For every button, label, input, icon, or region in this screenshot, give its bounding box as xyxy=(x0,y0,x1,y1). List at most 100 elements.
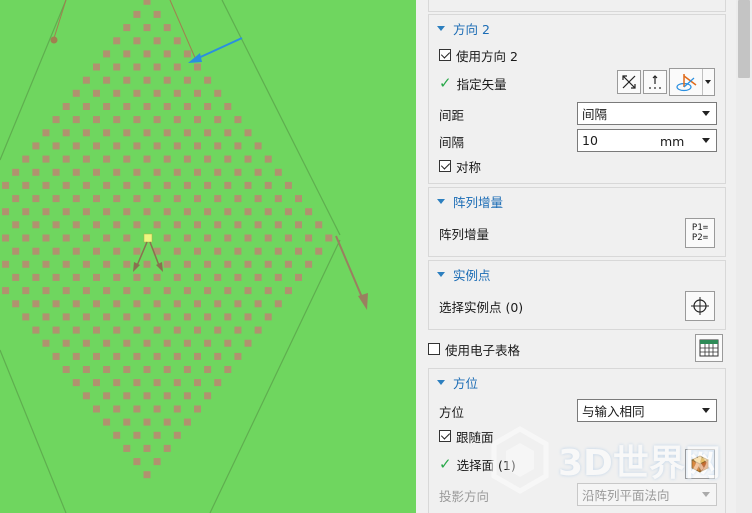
interval-value[interactable]: 10 xyxy=(582,133,598,148)
pattern-instance xyxy=(93,405,100,413)
orientation-value: 与输入相同 xyxy=(582,404,645,419)
pattern-instance xyxy=(244,234,252,242)
use-direction2-checkbox[interactable] xyxy=(439,49,451,61)
vector-type-dropdown[interactable] xyxy=(669,68,715,96)
pattern-instance xyxy=(194,221,201,229)
pattern-instance xyxy=(204,260,212,268)
pattern-instance xyxy=(284,260,292,268)
pattern-instance xyxy=(123,76,131,84)
pattern-instance xyxy=(32,168,40,176)
pattern-instance xyxy=(234,142,242,150)
increment-icon-text: P2= xyxy=(691,233,709,243)
panel-scrollbar[interactable] xyxy=(736,0,752,513)
pattern-instance xyxy=(163,50,171,58)
pattern-instance xyxy=(153,300,161,308)
pattern-instance xyxy=(52,300,60,308)
collapse-triangle-icon xyxy=(437,271,445,277)
infer-vector-button[interactable] xyxy=(617,70,641,94)
pattern-instance xyxy=(183,181,191,189)
symmetric-checkbox[interactable] xyxy=(439,160,451,172)
pattern-instance xyxy=(194,168,201,176)
follow-face-row[interactable]: 跟随面 xyxy=(439,427,494,445)
spreadsheet-checkbox[interactable] xyxy=(428,343,440,355)
vector-dropdown-arrow[interactable] xyxy=(702,69,714,95)
pattern-instance xyxy=(93,379,100,387)
pattern-instance xyxy=(143,155,151,163)
pattern-instance xyxy=(244,129,252,137)
pattern-canvas xyxy=(0,0,368,513)
pattern-instance xyxy=(214,273,222,281)
pattern-instance xyxy=(123,260,131,268)
pattern-instance xyxy=(93,63,100,71)
pattern-instance xyxy=(143,418,151,426)
pattern-instance xyxy=(143,24,151,32)
pattern-instance xyxy=(133,37,141,45)
pattern-instance xyxy=(103,181,111,189)
spreadsheet-button[interactable] xyxy=(695,334,723,362)
pattern-instance xyxy=(72,273,80,281)
pattern-instance xyxy=(113,326,121,334)
interval-input[interactable]: 10 mm xyxy=(577,129,717,152)
pattern-instance xyxy=(163,103,171,110)
reverse-direction-button[interactable] xyxy=(643,70,667,94)
pattern-instance xyxy=(123,392,131,400)
pattern-instance xyxy=(52,142,60,150)
previous-group-edge xyxy=(428,0,726,12)
pattern-instance xyxy=(133,300,141,308)
pattern-instance xyxy=(22,234,30,242)
pattern-instance xyxy=(194,300,201,308)
pattern-instance xyxy=(62,339,70,347)
increment-row: 阵列增量 xyxy=(439,224,489,242)
pattern-instance xyxy=(2,287,10,295)
group-direction2-header[interactable]: 方向 2 xyxy=(437,20,490,37)
group-instance-header[interactable]: 实例点 xyxy=(437,266,491,283)
pattern-instance xyxy=(163,287,171,295)
select-face-button[interactable] xyxy=(685,449,715,479)
pattern-instance xyxy=(194,326,201,334)
group-increment-header[interactable]: 阵列增量 xyxy=(437,193,503,210)
orientation-select[interactable]: 与输入相同 xyxy=(577,399,717,422)
pattern-instance xyxy=(163,208,171,216)
group-title: 方位 xyxy=(453,375,479,391)
pattern-instance xyxy=(123,129,131,137)
pattern-instance xyxy=(244,313,252,321)
pattern-instance xyxy=(194,142,201,150)
pattern-instance xyxy=(82,129,90,137)
pattern-instance xyxy=(153,221,161,229)
pattern-instance xyxy=(143,76,151,84)
scrollbar-thumb[interactable] xyxy=(738,0,750,78)
pattern-instance xyxy=(204,339,212,347)
pattern-instance xyxy=(123,181,131,189)
pattern-instance xyxy=(204,129,212,137)
pattern-instance xyxy=(254,142,262,150)
pattern-instance xyxy=(173,116,181,124)
group-orientation-header[interactable]: 方位 xyxy=(437,374,479,391)
follow-face-checkbox[interactable] xyxy=(439,430,451,442)
pattern-instance xyxy=(93,247,100,255)
pattern-instance xyxy=(72,195,80,203)
pattern-instance xyxy=(82,76,90,84)
pattern-instance xyxy=(173,273,181,281)
pattern-instance xyxy=(234,195,242,203)
diagonal-arrows-icon xyxy=(622,75,636,89)
spreadsheet-row[interactable]: 使用电子表格 xyxy=(428,340,520,358)
pattern-instance xyxy=(163,339,171,347)
pattern-instance xyxy=(194,247,201,255)
select-point-button[interactable] xyxy=(685,291,715,321)
increment-button[interactable]: P1= P2= xyxy=(685,218,715,248)
chevron-down-icon[interactable] xyxy=(702,138,710,143)
use-direction2-row[interactable]: 使用方向 2 xyxy=(439,46,518,64)
pattern-instance xyxy=(153,10,161,18)
pattern-instance xyxy=(284,181,292,189)
pattern-instance xyxy=(22,181,30,189)
spacing-select[interactable]: 间隔 xyxy=(577,102,717,125)
pattern-instance xyxy=(133,458,141,466)
pattern-instance xyxy=(82,260,90,268)
collapse-triangle-icon xyxy=(437,379,445,385)
pattern-instance xyxy=(143,0,151,5)
graphics-viewport[interactable] xyxy=(0,0,416,513)
symmetric-row[interactable]: 对称 xyxy=(439,157,481,175)
interval-label: 间隔 xyxy=(439,134,465,150)
pattern-instance xyxy=(123,366,131,373)
pattern-instance xyxy=(153,326,161,334)
